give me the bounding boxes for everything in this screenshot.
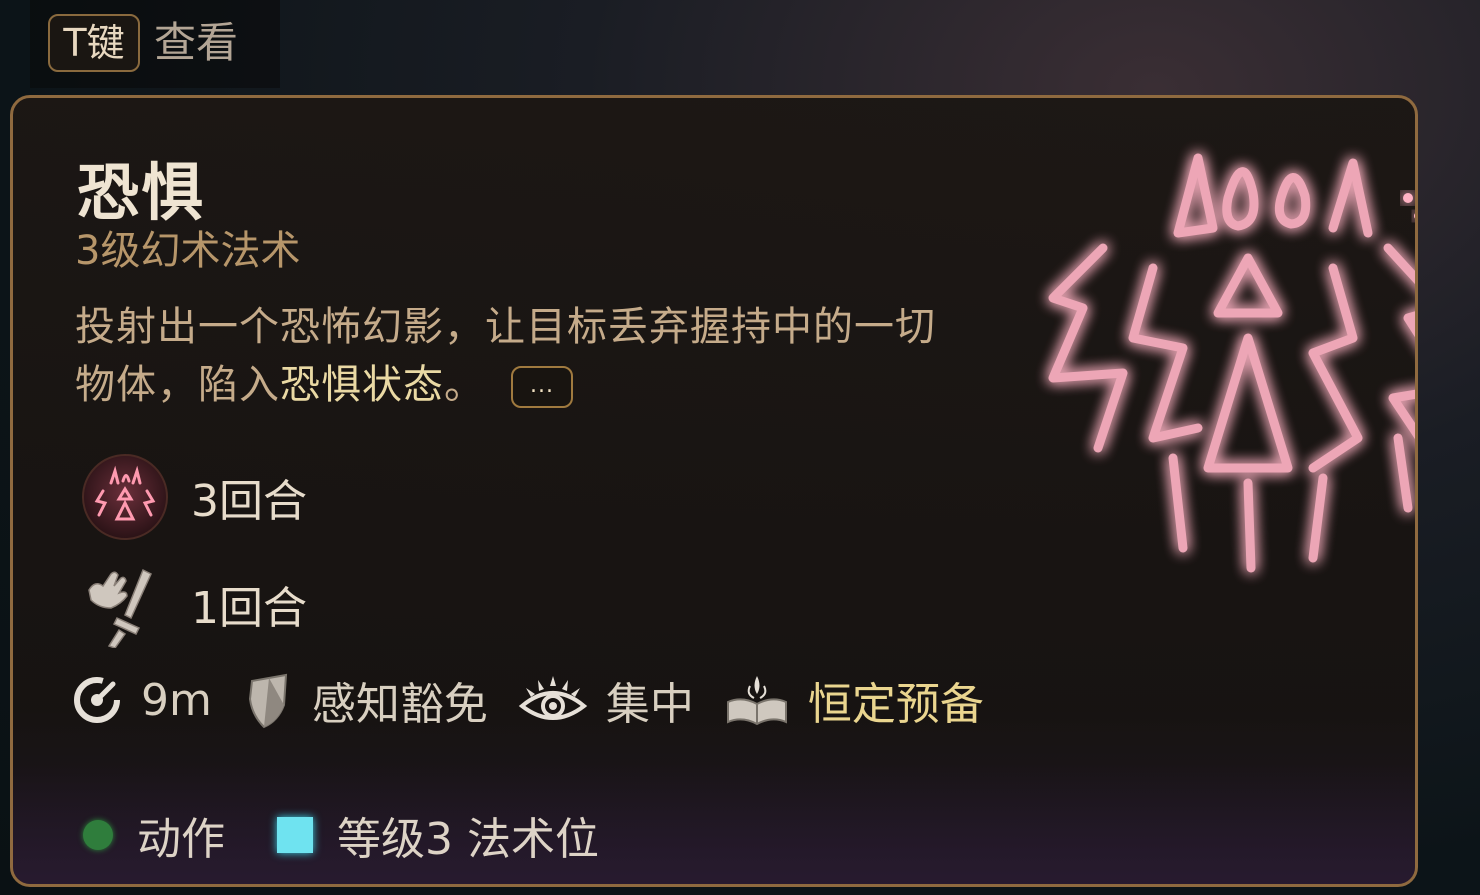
concentration-eye-icon xyxy=(518,676,588,720)
spell-slot-icon xyxy=(277,817,313,853)
prepared-stat: 恒定预备 xyxy=(724,668,984,732)
effect-row-disarm: 1回合 xyxy=(81,560,307,648)
spell-slot-cost: 等级3 法术位 xyxy=(337,814,599,865)
shield-icon xyxy=(248,673,287,729)
hint-label: 查看 xyxy=(154,18,239,67)
disarm-duration: 1回合 xyxy=(191,583,307,634)
range-icon xyxy=(74,677,120,723)
prepared-value: 恒定预备 xyxy=(807,679,984,730)
effect-row-fear: 3回合 xyxy=(81,453,307,541)
saving-throw-value: 感知豁免 xyxy=(311,679,488,730)
description-end: 。 xyxy=(444,362,485,408)
t-key-badge[interactable]: T键 xyxy=(48,14,140,72)
description-text: 投射出一个恐怖幻影，让目标丢弃握持中的一切物体，陷入 xyxy=(75,304,936,408)
range-value: 9m xyxy=(141,674,212,726)
fear-sigil-icon xyxy=(1048,153,1415,573)
fear-condition-icon[interactable] xyxy=(81,453,169,541)
spell-subtitle: 3级幻术法术 xyxy=(75,228,301,274)
range-stat: 9m xyxy=(71,674,212,726)
action-resource-icon xyxy=(83,820,113,850)
spell-stats: 9m 感知豁免 集中 恒定预备 xyxy=(71,668,1014,732)
saving-throw-stat: 感知豁免 xyxy=(242,668,488,732)
spellbook-icon xyxy=(726,676,787,726)
action-cost: 动作 xyxy=(137,814,225,865)
frightened-condition-link[interactable]: 恐惧状态 xyxy=(280,362,444,408)
more-info-button[interactable]: ... xyxy=(511,366,573,408)
spell-description: 投射出一个恐怖幻影，让目标丢弃握持中的一切物体，陷入恐惧状态。... xyxy=(75,298,975,414)
spell-costs: 动作 等级3 法术位 xyxy=(83,803,599,867)
concentration-stat: 集中 xyxy=(518,668,694,732)
spell-tooltip: 恐惧 3级幻术法术 投射出一个恐怖幻影，让目标丢弃握持中的一切物体，陷入恐惧状态… xyxy=(10,95,1418,887)
fear-duration: 3回合 xyxy=(191,476,307,527)
hand-dagger-icon[interactable] xyxy=(81,560,169,648)
concentration-value: 集中 xyxy=(605,679,694,730)
